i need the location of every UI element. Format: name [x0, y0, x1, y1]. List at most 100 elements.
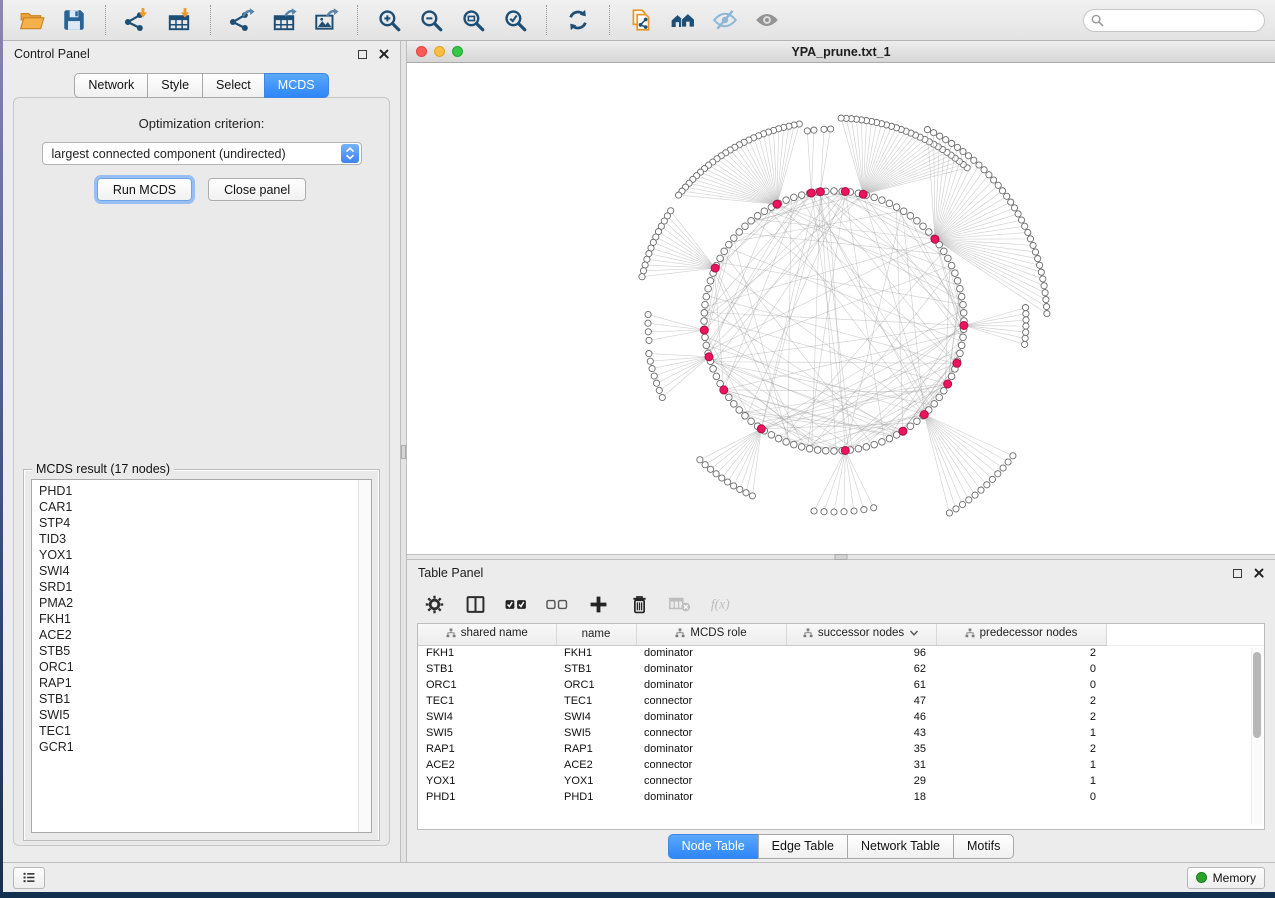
table-row[interactable]: STB1STB1dominator620 — [418, 661, 1264, 677]
cell: 1 — [936, 773, 1106, 789]
network-graph[interactable] — [407, 63, 1275, 554]
first-neighbors-button[interactable] — [664, 3, 702, 37]
mcds-result-item[interactable]: ACE2 — [39, 627, 358, 643]
hide-selected-button[interactable] — [706, 3, 744, 37]
open-session-button[interactable] — [13, 3, 51, 37]
run-mcds-button[interactable]: Run MCDS — [97, 178, 192, 201]
plus-icon — [589, 595, 608, 614]
toolbar-separator — [546, 5, 547, 35]
mcds-result-item[interactable]: ORC1 — [39, 659, 358, 675]
mcds-result-item[interactable]: STP4 — [39, 515, 358, 531]
memory-button[interactable]: Memory — [1187, 867, 1265, 889]
float-panel-icon[interactable] — [358, 50, 367, 59]
close-panel-icon[interactable] — [379, 49, 389, 59]
tab-motifs[interactable]: Motifs — [953, 834, 1014, 859]
apply-layout-button[interactable] — [559, 3, 597, 37]
zoom-out-button[interactable] — [412, 3, 450, 37]
window-minimize-icon[interactable] — [434, 46, 445, 57]
mcds-result-item[interactable]: STB5 — [39, 643, 358, 659]
tab-select[interactable]: Select — [202, 73, 265, 98]
zoom-selected-button[interactable] — [496, 3, 534, 37]
tab-mcds[interactable]: MCDS — [264, 73, 329, 98]
mcds-result-item[interactable]: FKH1 — [39, 611, 358, 627]
save-session-button[interactable] — [55, 3, 93, 37]
mcds-result-item[interactable]: YOX1 — [39, 547, 358, 563]
export-image-button[interactable] — [307, 3, 345, 37]
network-canvas[interactable] — [407, 63, 1275, 554]
column-header-name[interactable]: name — [556, 624, 636, 645]
close-table-panel-icon[interactable] — [1254, 568, 1264, 578]
cell: ORC1 — [418, 677, 556, 693]
cell-filler — [1106, 645, 1264, 661]
float-table-panel-icon[interactable] — [1233, 569, 1242, 578]
mcds-list-scrollbar[interactable] — [358, 480, 371, 832]
mcds-result-item[interactable]: CAR1 — [39, 499, 358, 515]
cell: RAP1 — [418, 741, 556, 757]
import-table-button[interactable] — [160, 3, 198, 37]
tab-network[interactable]: Network — [74, 73, 148, 98]
tab-network-table[interactable]: Network Table — [847, 834, 954, 859]
show-all-button[interactable] — [748, 3, 786, 37]
tab-node-table[interactable]: Node Table — [668, 834, 759, 859]
table-row[interactable]: PHD1PHD1dominator180 — [418, 789, 1264, 805]
cell: connector — [636, 757, 786, 773]
table-row[interactable]: RAP1RAP1dominator352 — [418, 741, 1264, 757]
mcds-result-item[interactable]: TID3 — [39, 531, 358, 547]
control-panel-tabs: NetworkStyleSelectMCDS — [3, 73, 400, 98]
tab-edge-table[interactable]: Edge Table — [758, 834, 848, 859]
show-columns-button[interactable] — [464, 595, 486, 615]
mcds-result-item[interactable]: GCR1 — [39, 739, 358, 755]
create-column-button[interactable] — [587, 595, 609, 615]
delete-column-button[interactable] — [628, 595, 650, 615]
mcds-result-item[interactable]: PHD1 — [39, 483, 358, 499]
column-header-MCDS-role[interactable]: MCDS role — [636, 624, 786, 645]
tab-style[interactable]: Style — [147, 73, 203, 98]
table-row[interactable]: FKH1FKH1dominator962 — [418, 645, 1264, 661]
table-row[interactable]: ACE2ACE2connector311 — [418, 757, 1264, 773]
cell: 46 — [786, 709, 936, 725]
column-label: MCDS role — [690, 627, 746, 639]
window-maximize-icon[interactable] — [452, 46, 463, 57]
vertical-splitter[interactable] — [400, 41, 407, 862]
import-network-button[interactable] — [118, 3, 156, 37]
mcds-result-item[interactable]: TEC1 — [39, 723, 358, 739]
deselect-all-button[interactable] — [546, 595, 568, 615]
mcds-result-item[interactable]: RAP1 — [39, 675, 358, 691]
criterion-dropdown[interactable]: largest connected component (undirected) — [42, 142, 362, 165]
network-list-button[interactable] — [13, 867, 45, 889]
mcds-result-item[interactable]: SWI4 — [39, 563, 358, 579]
table-row[interactable]: ORC1ORC1dominator610 — [418, 677, 1264, 693]
export-table-button[interactable] — [265, 3, 303, 37]
table-row[interactable]: SWI4SWI4dominator462 — [418, 709, 1264, 725]
export-network-button[interactable] — [223, 3, 261, 37]
duplicate-network-button[interactable] — [622, 3, 660, 37]
memory-label: Memory — [1213, 871, 1256, 885]
network-titlebar: YPA_prune.txt_1 — [407, 41, 1275, 63]
mcds-result-item[interactable]: STB1 — [39, 691, 358, 707]
mcds-result-item[interactable]: SRD1 — [39, 579, 358, 595]
cell: 43 — [786, 725, 936, 741]
select-all-button[interactable] — [505, 595, 527, 615]
table-row[interactable]: YOX1YOX1connector291 — [418, 773, 1264, 789]
mcds-tab-content: Optimization criterion: largest connecte… — [13, 97, 390, 846]
mcds-result-item[interactable]: PMA2 — [39, 595, 358, 611]
search-field-wrap — [1083, 9, 1265, 32]
zoom-fit-button[interactable] — [454, 3, 492, 37]
column-header-shared-name[interactable]: shared name — [418, 624, 556, 645]
table-options-gear-button[interactable] — [423, 595, 445, 615]
node-table: shared namename MCDS role successor nodesp… — [418, 624, 1264, 805]
mcds-result-item[interactable]: SWI5 — [39, 707, 358, 723]
horizontal-splitter[interactable] — [407, 554, 1275, 560]
cell: RAP1 — [556, 741, 636, 757]
column-header-predecessor-nodes[interactable]: predecessor nodes — [936, 624, 1106, 645]
table-row[interactable]: TEC1TEC1connector472 — [418, 693, 1264, 709]
column-header-successor-nodes[interactable]: successor nodes — [786, 624, 936, 645]
table-scrollbar[interactable] — [1251, 648, 1262, 824]
window-close-icon[interactable] — [416, 46, 427, 57]
cell: 31 — [786, 757, 936, 773]
column-header-filler — [1106, 624, 1264, 645]
zoom-in-button[interactable] — [370, 3, 408, 37]
close-panel-button[interactable]: Close panel — [208, 178, 306, 201]
search-input[interactable] — [1083, 9, 1265, 32]
table-row[interactable]: SWI5SWI5connector431 — [418, 725, 1264, 741]
